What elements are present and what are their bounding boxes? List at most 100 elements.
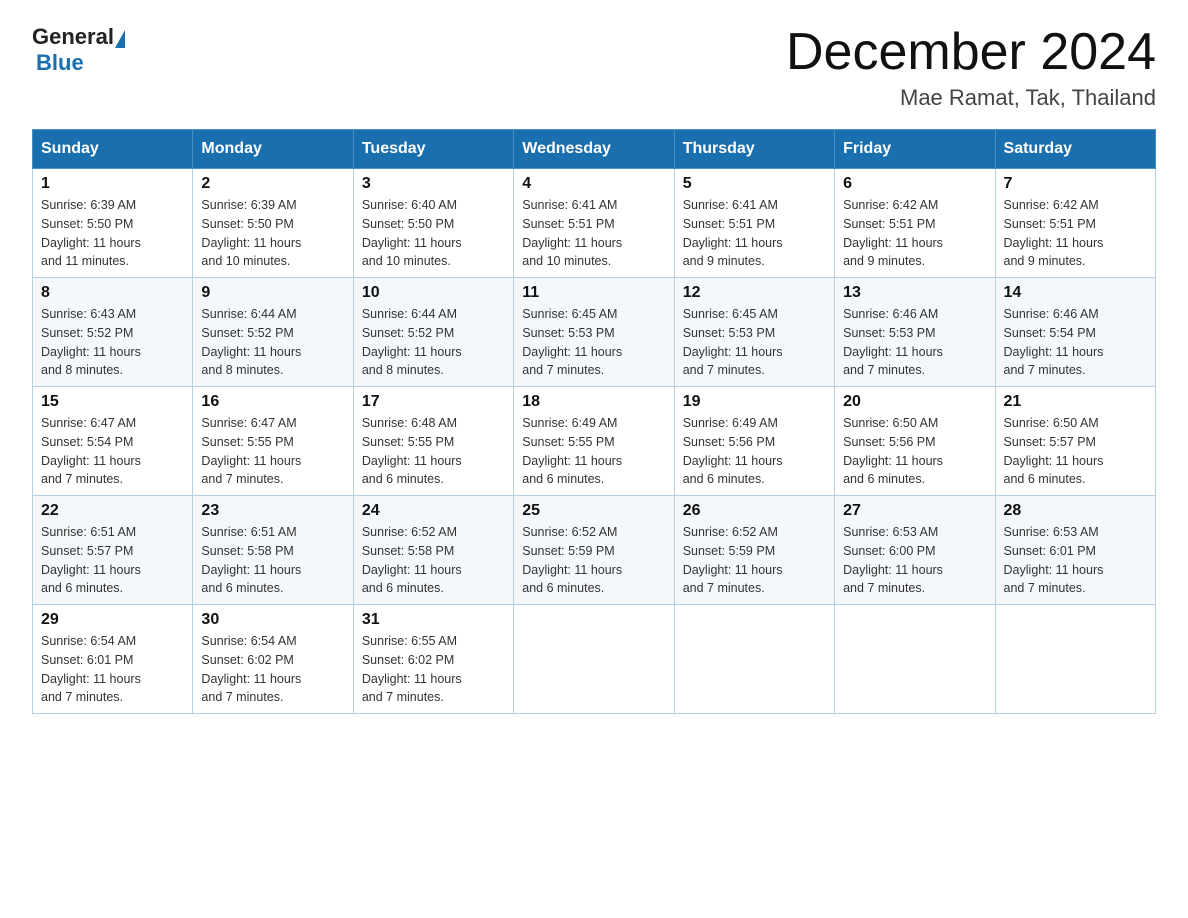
calendar-cell [674, 605, 834, 714]
day-number: 31 [362, 611, 505, 629]
calendar-cell: 15Sunrise: 6:47 AMSunset: 5:54 PMDayligh… [33, 387, 193, 496]
calendar-cell: 25 Sunrise: 6:52 AMSunset: 5:59 PMDayligh… [514, 496, 674, 605]
calendar-cell: 16Sunrise: 6:47 AMSunset: 5:55 PMDayligh… [193, 387, 353, 496]
calendar-week-5: 29Sunrise: 6:54 AMSunset: 6:01 PMDayligh… [33, 605, 1156, 714]
calendar-cell: 5 Sunrise: 6:41 AMSunset: 5:51 PMDaylight… [674, 169, 834, 278]
day-number: 1 [41, 175, 184, 193]
day-info: Sunrise: 6:54 AMSunset: 6:02 PMDaylight:… [201, 632, 344, 707]
day-number: 7 [1004, 175, 1147, 193]
day-info: Sunrise: 6:41 AMSunset: 5:51 PMDaylight:… [683, 196, 826, 271]
calendar-cell [835, 605, 995, 714]
day-number: 11 [522, 284, 665, 302]
calendar-week-3: 15Sunrise: 6:47 AMSunset: 5:54 PMDayligh… [33, 387, 1156, 496]
calendar-cell: 28Sunrise: 6:53 AMSunset: 6:01 PMDayligh… [995, 496, 1155, 605]
calendar-cell [514, 605, 674, 714]
day-info: Sunrise: 6:50 AMSunset: 5:56 PMDaylight:… [843, 414, 986, 489]
logo-triangle-icon [115, 30, 125, 48]
calendar-cell: 7 Sunrise: 6:42 AMSunset: 5:51 PMDaylight… [995, 169, 1155, 278]
day-number: 13 [843, 284, 986, 302]
calendar-title: December 2024 [786, 24, 1156, 81]
day-info: Sunrise: 6:52 AMSunset: 5:59 PMDaylight:… [683, 523, 826, 598]
day-header-saturday: Saturday [995, 130, 1155, 169]
day-header-tuesday: Tuesday [353, 130, 513, 169]
day-number: 18 [522, 393, 665, 411]
day-number: 29 [41, 611, 184, 629]
day-info: Sunrise: 6:39 AMSunset: 5:50 PMDaylight:… [201, 196, 344, 271]
day-info: Sunrise: 6:42 AMSunset: 5:51 PMDaylight:… [1004, 196, 1147, 271]
day-number: 15 [41, 393, 184, 411]
calendar-cell: 31 Sunrise: 6:55 AMSunset: 6:02 PMDayligh… [353, 605, 513, 714]
day-number: 6 [843, 175, 986, 193]
day-info: Sunrise: 6:52 AMSunset: 5:59 PMDaylight:… [522, 523, 665, 598]
calendar-cell: 30 Sunrise: 6:54 AMSunset: 6:02 PMDayligh… [193, 605, 353, 714]
day-number: 20 [843, 393, 986, 411]
day-number: 17 [362, 393, 505, 411]
day-number: 27 [843, 502, 986, 520]
calendar-cell: 8 Sunrise: 6:43 AMSunset: 5:52 PMDaylight… [33, 278, 193, 387]
day-info: Sunrise: 6:52 AMSunset: 5:58 PMDaylight:… [362, 523, 505, 598]
calendar-cell: 9 Sunrise: 6:44 AMSunset: 5:52 PMDaylight… [193, 278, 353, 387]
day-info: Sunrise: 6:45 AMSunset: 5:53 PMDaylight:… [683, 305, 826, 380]
day-info: Sunrise: 6:53 AMSunset: 6:00 PMDaylight:… [843, 523, 986, 598]
calendar-cell: 18 Sunrise: 6:49 AMSunset: 5:55 PMDayligh… [514, 387, 674, 496]
day-number: 19 [683, 393, 826, 411]
day-info: Sunrise: 6:43 AMSunset: 5:52 PMDaylight:… [41, 305, 184, 380]
calendar-week-4: 22 Sunrise: 6:51 AMSunset: 5:57 PMDayligh… [33, 496, 1156, 605]
day-info: Sunrise: 6:55 AMSunset: 6:02 PMDaylight:… [362, 632, 505, 707]
day-info: Sunrise: 6:40 AMSunset: 5:50 PMDaylight:… [362, 196, 505, 271]
calendar-cell: 27 Sunrise: 6:53 AMSunset: 6:00 PMDayligh… [835, 496, 995, 605]
calendar-cell: 20 Sunrise: 6:50 AMSunset: 5:56 PMDayligh… [835, 387, 995, 496]
calendar-cell [995, 605, 1155, 714]
day-info: Sunrise: 6:45 AMSunset: 5:53 PMDaylight:… [522, 305, 665, 380]
calendar-cell: 10Sunrise: 6:44 AMSunset: 5:52 PMDayligh… [353, 278, 513, 387]
day-info: Sunrise: 6:49 AMSunset: 5:55 PMDaylight:… [522, 414, 665, 489]
day-number: 23 [201, 502, 344, 520]
day-number: 3 [362, 175, 505, 193]
calendar-cell: 14Sunrise: 6:46 AMSunset: 5:54 PMDayligh… [995, 278, 1155, 387]
header-row: SundayMondayTuesdayWednesdayThursdayFrid… [33, 130, 1156, 169]
day-number: 25 [522, 502, 665, 520]
calendar-cell: 3 Sunrise: 6:40 AMSunset: 5:50 PMDaylight… [353, 169, 513, 278]
day-info: Sunrise: 6:46 AMSunset: 5:53 PMDaylight:… [843, 305, 986, 380]
day-number: 9 [201, 284, 344, 302]
calendar-cell: 24Sunrise: 6:52 AMSunset: 5:58 PMDayligh… [353, 496, 513, 605]
day-info: Sunrise: 6:44 AMSunset: 5:52 PMDaylight:… [362, 305, 505, 380]
day-number: 4 [522, 175, 665, 193]
calendar-cell: 11 Sunrise: 6:45 AMSunset: 5:53 PMDayligh… [514, 278, 674, 387]
calendar-header: SundayMondayTuesdayWednesdayThursdayFrid… [33, 130, 1156, 169]
day-info: Sunrise: 6:48 AMSunset: 5:55 PMDaylight:… [362, 414, 505, 489]
calendar-week-2: 8 Sunrise: 6:43 AMSunset: 5:52 PMDaylight… [33, 278, 1156, 387]
logo-general-text: General [32, 24, 114, 50]
day-info: Sunrise: 6:44 AMSunset: 5:52 PMDaylight:… [201, 305, 344, 380]
logo-text: General [32, 24, 126, 50]
calendar-cell: 19 Sunrise: 6:49 AMSunset: 5:56 PMDayligh… [674, 387, 834, 496]
day-info: Sunrise: 6:46 AMSunset: 5:54 PMDaylight:… [1004, 305, 1147, 380]
day-header-wednesday: Wednesday [514, 130, 674, 169]
calendar-cell: 21Sunrise: 6:50 AMSunset: 5:57 PMDayligh… [995, 387, 1155, 496]
logo: General Blue [32, 24, 126, 76]
day-number: 5 [683, 175, 826, 193]
page-header: General Blue December 2024 Mae Ramat, Ta… [32, 24, 1156, 111]
day-number: 12 [683, 284, 826, 302]
day-info: Sunrise: 6:51 AMSunset: 5:57 PMDaylight:… [41, 523, 184, 598]
logo-blue-text: Blue [36, 50, 84, 75]
day-info: Sunrise: 6:39 AMSunset: 5:50 PMDaylight:… [41, 196, 184, 271]
calendar-table: SundayMondayTuesdayWednesdayThursdayFrid… [32, 129, 1156, 714]
day-number: 22 [41, 502, 184, 520]
calendar-cell: 2 Sunrise: 6:39 AMSunset: 5:50 PMDaylight… [193, 169, 353, 278]
calendar-subtitle: Mae Ramat, Tak, Thailand [786, 85, 1156, 111]
day-info: Sunrise: 6:50 AMSunset: 5:57 PMDaylight:… [1004, 414, 1147, 489]
calendar-cell: 4Sunrise: 6:41 AMSunset: 5:51 PMDaylight… [514, 169, 674, 278]
calendar-cell: 12 Sunrise: 6:45 AMSunset: 5:53 PMDayligh… [674, 278, 834, 387]
calendar-week-1: 1 Sunrise: 6:39 AMSunset: 5:50 PMDaylight… [33, 169, 1156, 278]
day-header-sunday: Sunday [33, 130, 193, 169]
day-number: 30 [201, 611, 344, 629]
day-info: Sunrise: 6:42 AMSunset: 5:51 PMDaylight:… [843, 196, 986, 271]
day-number: 2 [201, 175, 344, 193]
calendar-cell: 23Sunrise: 6:51 AMSunset: 5:58 PMDayligh… [193, 496, 353, 605]
calendar-cell: 1 Sunrise: 6:39 AMSunset: 5:50 PMDaylight… [33, 169, 193, 278]
day-number: 8 [41, 284, 184, 302]
day-info: Sunrise: 6:53 AMSunset: 6:01 PMDaylight:… [1004, 523, 1147, 598]
calendar-cell: 26Sunrise: 6:52 AMSunset: 5:59 PMDayligh… [674, 496, 834, 605]
day-info: Sunrise: 6:49 AMSunset: 5:56 PMDaylight:… [683, 414, 826, 489]
